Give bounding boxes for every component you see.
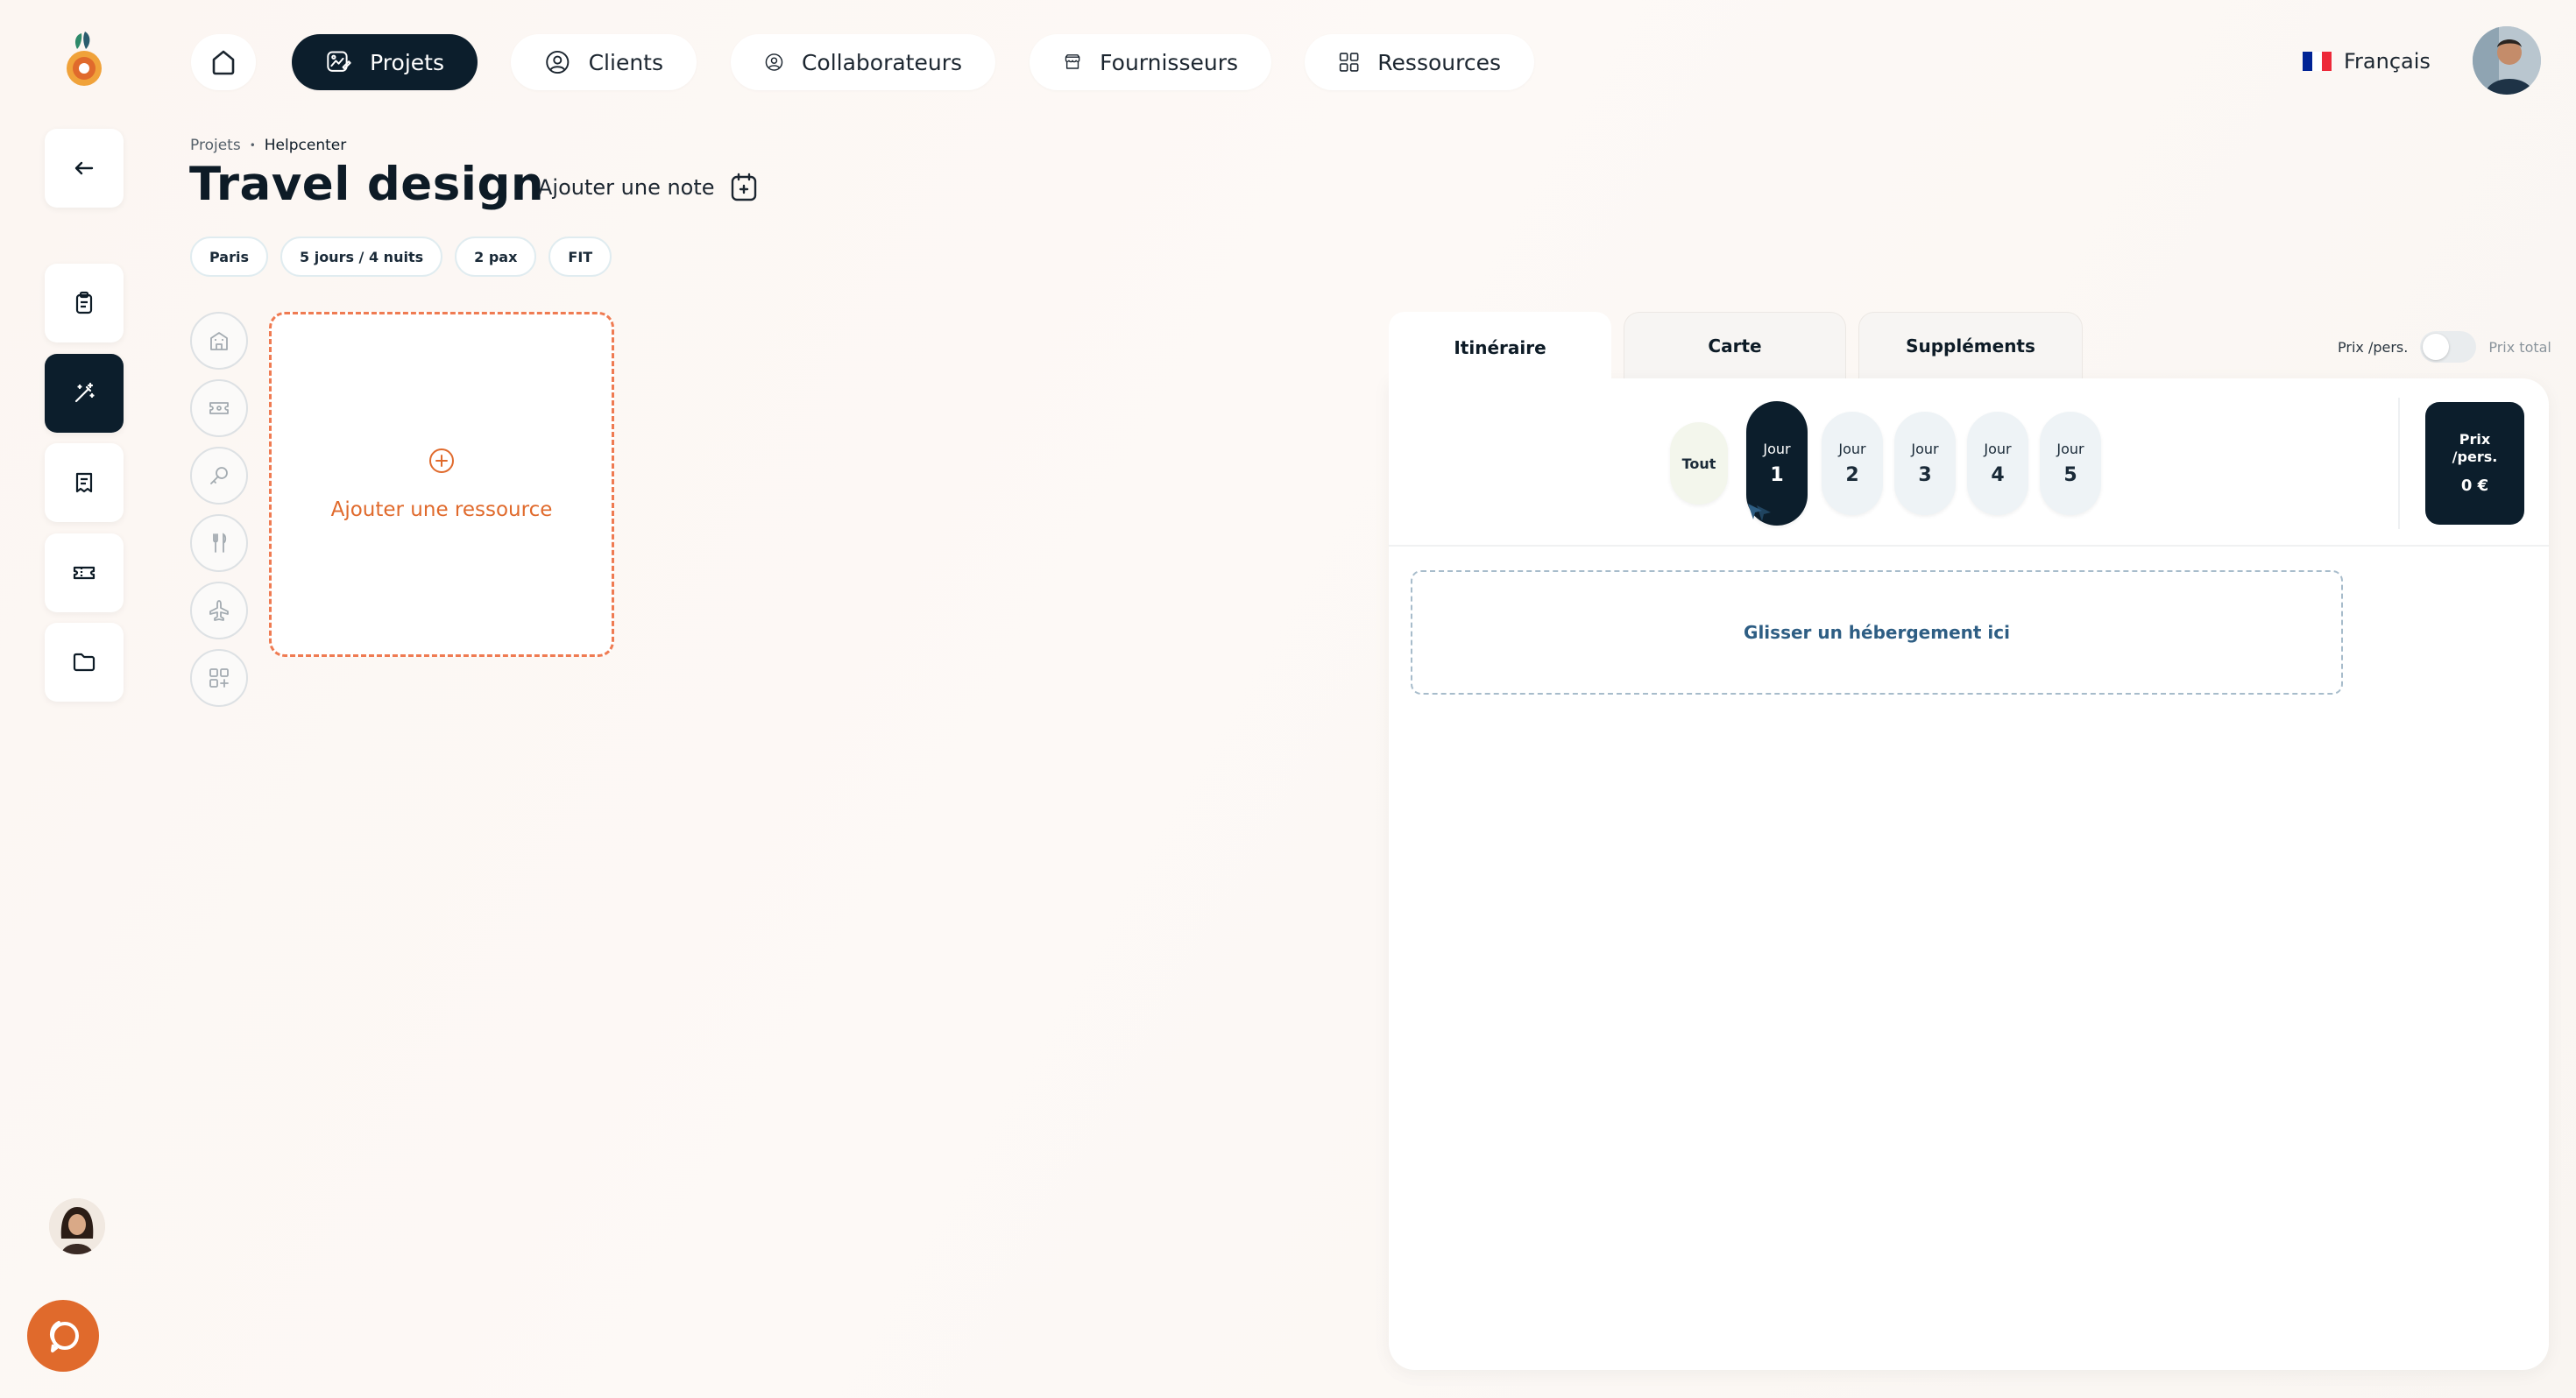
- day-word: Jour: [1838, 441, 1866, 457]
- ticket-icon: [209, 402, 229, 414]
- day-number: 2: [1845, 464, 1859, 486]
- tag-pax: 2 pax: [455, 237, 537, 277]
- projects-icon: [327, 51, 351, 72]
- calendar-plus-icon: [731, 173, 756, 201]
- resource-type-rental[interactable]: [190, 447, 248, 505]
- project-tags: Paris 5 jours / 4 nuits 2 pax FIT: [190, 237, 612, 277]
- plus-circle-icon: [429, 448, 454, 473]
- day-all-label: Tout: [1681, 455, 1716, 472]
- resource-type-restaurant[interactable]: [190, 514, 248, 572]
- user-circle-icon: [546, 50, 570, 74]
- add-note-button[interactable]: Ajouter une note: [538, 172, 759, 203]
- nav-fournisseurs[interactable]: Fournisseurs: [1030, 34, 1271, 90]
- day-word: Jour: [1911, 441, 1939, 457]
- fork-knife-icon: [213, 533, 227, 553]
- breadcrumb-parent[interactable]: Projets: [190, 137, 241, 154]
- nav-ressources[interactable]: Ressources: [1305, 34, 1534, 90]
- building-icon: [210, 332, 228, 350]
- price-label-line1: Prix: [2459, 430, 2491, 448]
- add-resource-label: Ajouter une ressource: [330, 498, 553, 521]
- day-selector: Tout Jour 1 Jour 2 Jour 3 Jour 4 Jour 5 …: [1389, 378, 2549, 547]
- breadcrumb: Projets • Helpcenter: [190, 137, 346, 154]
- nav-projets-label: Projets: [370, 49, 444, 75]
- nav-projets[interactable]: Projets: [292, 34, 478, 90]
- store-icon: [1065, 54, 1080, 69]
- sidebar-item-travel-design[interactable]: [45, 354, 124, 433]
- add-note-label: Ajouter une note: [538, 175, 715, 200]
- resource-type-accommodation[interactable]: [190, 312, 248, 370]
- tab-carte[interactable]: Carte: [1624, 312, 1846, 378]
- tag-duration: 5 jours / 4 nuits: [280, 237, 443, 277]
- resource-type-flight[interactable]: [190, 582, 248, 639]
- day-number: 4: [1991, 464, 2005, 486]
- clipboard-icon: [75, 291, 93, 314]
- nav-collaborateurs[interactable]: Collaborateurs: [731, 34, 995, 90]
- price-amount: 0 €: [2460, 477, 2489, 496]
- day-number: 3: [1918, 464, 1932, 486]
- chat-button[interactable]: [27, 1300, 99, 1372]
- day-5-button[interactable]: Jour 5: [2040, 412, 2101, 515]
- nav-ressources-label: Ressources: [1377, 49, 1501, 75]
- grid-plus-icon: [209, 668, 229, 688]
- tag-type: FIT: [548, 237, 612, 277]
- divider: [2398, 398, 2400, 529]
- user-circle-icon: [765, 53, 783, 71]
- grid-icon: [1339, 53, 1359, 72]
- chat-icon: [50, 1321, 79, 1352]
- day-1-button[interactable]: Jour 1: [1746, 401, 1808, 526]
- price-total-label: Prix total: [2488, 338, 2551, 356]
- home-icon: [212, 50, 235, 75]
- back-arrow-icon: [74, 161, 94, 175]
- day-2-button[interactable]: Jour 2: [1822, 412, 1883, 515]
- france-flag-icon: [2303, 52, 2332, 71]
- sidebar-item-documents[interactable]: [45, 623, 124, 702]
- language-selector[interactable]: Français: [2303, 44, 2431, 79]
- nav-home-button[interactable]: [191, 34, 256, 90]
- resource-type-activity[interactable]: [190, 379, 248, 437]
- itinerary-panel: Tout Jour 1 Jour 2 Jour 3 Jour 4 Jour 5 …: [1389, 378, 2549, 1370]
- breadcrumb-current: Helpcenter: [264, 137, 347, 154]
- user-avatar[interactable]: [2473, 26, 2541, 95]
- tab-itineraire[interactable]: Itinéraire: [1389, 312, 1611, 382]
- price-mode-switch[interactable]: [2420, 331, 2477, 363]
- nav-clients-label: Clients: [588, 49, 663, 75]
- day-word: Jour: [2056, 441, 2084, 457]
- magic-wand-icon: [74, 382, 95, 403]
- app-logo[interactable]: [58, 30, 110, 91]
- day-number: 5: [2063, 464, 2077, 486]
- day-4-button[interactable]: Jour 4: [1967, 412, 2028, 515]
- day-word: Jour: [1763, 441, 1791, 457]
- nav-collaborateurs-label: Collaborateurs: [801, 49, 962, 75]
- ticket-icon: [73, 566, 96, 580]
- folder-icon: [73, 653, 96, 672]
- key-icon: [210, 467, 228, 484]
- support-agent-avatar[interactable]: [49, 1198, 105, 1254]
- page-title: Travel design: [189, 158, 545, 211]
- sidebar-item-vouchers[interactable]: [45, 533, 124, 612]
- back-button[interactable]: [45, 129, 124, 208]
- tab-supplements[interactable]: Suppléments: [1858, 312, 2083, 378]
- day-all-button[interactable]: Tout: [1670, 422, 1728, 505]
- plane-icon: [209, 600, 229, 621]
- nav-clients[interactable]: Clients: [511, 34, 697, 90]
- price-per-person-label: Prix /pers.: [2338, 338, 2409, 356]
- language-label: Français: [2344, 49, 2431, 74]
- receipt-icon: [75, 472, 93, 493]
- day-word: Jour: [1984, 441, 2012, 457]
- sidebar-item-quote[interactable]: [45, 443, 124, 522]
- sidebar-item-brief[interactable]: [45, 264, 124, 342]
- nav-fournisseurs-label: Fournisseurs: [1100, 49, 1238, 75]
- add-resource-card[interactable]: Ajouter une ressource: [269, 312, 614, 657]
- resource-type-other[interactable]: [190, 649, 248, 707]
- dropzone-label: Glisser un hébergement ici: [1744, 622, 2010, 643]
- day-3-button[interactable]: Jour 3: [1894, 412, 1956, 515]
- day-number: 1: [1770, 464, 1784, 486]
- accommodation-dropzone[interactable]: Glisser un hébergement ici: [1411, 570, 2343, 695]
- price-summary: Prix /pers. 0 €: [2425, 402, 2524, 525]
- price-label-line2: /pers.: [2452, 448, 2498, 466]
- price-mode-toggle: Prix /pers. Prix total: [2338, 331, 2551, 363]
- tag-destination: Paris: [190, 237, 268, 277]
- breadcrumb-separator: •: [249, 139, 256, 152]
- drag-cursor-icon: [1748, 504, 1771, 521]
